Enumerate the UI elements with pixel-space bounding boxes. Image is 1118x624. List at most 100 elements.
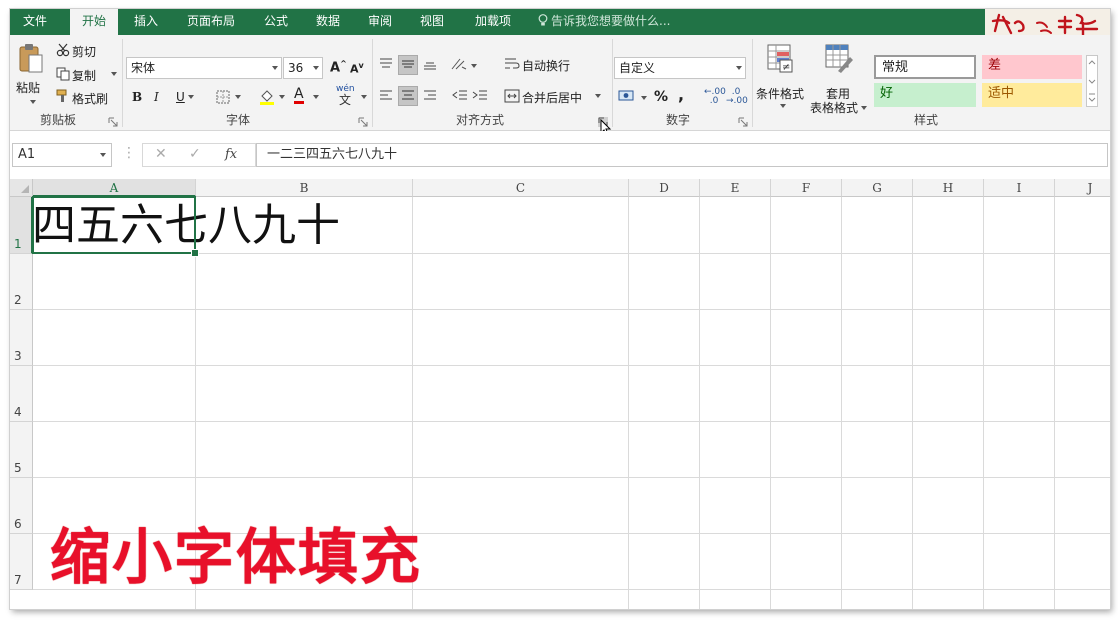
clipboard-launcher-icon[interactable] — [108, 117, 118, 127]
copy-dropdown-arrow[interactable] — [111, 72, 117, 76]
phonetic-guide-button[interactable]: wén 文 — [336, 85, 355, 107]
number-format-dropdown-arrow[interactable] — [736, 66, 742, 70]
accounting-format-icon[interactable] — [618, 89, 636, 103]
excel-window: 文件 开始 插入 页面布局 公式 数据 审阅 视图 加载项 告诉我您想要做什么.… — [10, 9, 1110, 609]
font-color-dropdown-arrow[interactable] — [313, 95, 319, 99]
row-header-5[interactable]: 5 — [10, 422, 33, 478]
style-neutral[interactable]: 适中 — [982, 83, 1082, 107]
conditional-dropdown-arrow[interactable] — [780, 104, 786, 108]
style-normal[interactable]: 常规 — [874, 55, 976, 79]
column-header-b[interactable]: B — [196, 179, 413, 197]
gridline — [841, 197, 842, 609]
cancel-icon[interactable]: ✕ — [155, 146, 167, 162]
align-bottom-icon[interactable] — [422, 57, 438, 71]
conditional-formatting-icon[interactable]: ≠ — [766, 43, 794, 73]
number-format-combo[interactable]: 自定义 — [614, 57, 746, 79]
align-left-icon[interactable] — [378, 89, 394, 103]
select-all-corner[interactable] — [10, 179, 33, 197]
active-cell-selection[interactable] — [32, 196, 199, 257]
insert-function-button[interactable]: fx — [225, 147, 237, 162]
style-bad[interactable]: 差 — [982, 55, 1082, 79]
percent-button[interactable]: % — [654, 89, 668, 105]
tell-me-box[interactable]: 告诉我您想要做什么... — [538, 9, 670, 35]
merge-dropdown-arrow[interactable] — [595, 94, 601, 98]
tab-insert[interactable]: 插入 — [126, 9, 166, 35]
paste-dropdown-arrow[interactable] — [30, 100, 36, 104]
column-header-g[interactable]: G — [842, 179, 913, 197]
cut-button[interactable]: 剪切 — [72, 43, 96, 60]
copy-button[interactable]: 复制 — [72, 67, 96, 84]
align-right-icon[interactable] — [422, 89, 438, 103]
decrease-decimal-button[interactable]: .0 →.00 — [726, 88, 748, 106]
merge-center-button[interactable]: 合并后居中 — [522, 89, 582, 106]
font-size-combo[interactable]: 36 — [283, 57, 323, 79]
underline-button[interactable]: U — [176, 90, 194, 104]
row-header-1[interactable]: 1 — [10, 197, 33, 254]
row-header-3[interactable]: 3 — [10, 310, 33, 366]
orientation-icon[interactable] — [450, 57, 468, 71]
decrease-indent-icon[interactable] — [452, 89, 468, 103]
comma-button[interactable]: , — [678, 85, 684, 104]
align-center-icon[interactable] — [400, 89, 416, 103]
align-top-icon[interactable] — [378, 57, 394, 71]
row-header-4[interactable]: 4 — [10, 366, 33, 422]
fill-color-dropdown-arrow[interactable] — [279, 95, 285, 99]
tab-review[interactable]: 审阅 — [360, 9, 400, 35]
tab-add-ins[interactable]: 加载项 — [466, 9, 520, 35]
bold-button[interactable]: B — [132, 90, 142, 104]
tab-file[interactable]: 文件 — [10, 9, 60, 35]
formula-buttons: ✕ ✓ fx — [142, 143, 256, 167]
font-color-button[interactable]: A — [294, 87, 304, 104]
accounting-dropdown-arrow[interactable] — [641, 96, 647, 100]
phonetic-dropdown-arrow[interactable] — [361, 95, 367, 99]
tab-home[interactable]: 开始 — [70, 9, 118, 36]
font-size-dropdown-arrow[interactable] — [313, 66, 319, 70]
italic-button[interactable]: I — [154, 90, 159, 104]
tab-formulas[interactable]: 公式 — [256, 9, 296, 35]
column-header-e[interactable]: E — [700, 179, 771, 197]
font-name-combo[interactable]: 宋体 — [126, 57, 282, 79]
enter-icon[interactable]: ✓ — [189, 146, 201, 162]
row-header-6[interactable]: 6 — [10, 478, 33, 534]
font-name-dropdown-arrow[interactable] — [272, 66, 278, 70]
tab-view[interactable]: 视图 — [412, 9, 452, 35]
borders-icon[interactable] — [216, 90, 230, 104]
separator — [122, 39, 123, 127]
shrink-font-button[interactable]: Av — [350, 61, 364, 76]
increase-decimal-button[interactable]: ←.00 .0 — [704, 88, 726, 106]
row-header-2[interactable]: 2 — [10, 254, 33, 310]
column-header-h[interactable]: H — [913, 179, 984, 197]
column-header-d[interactable]: D — [629, 179, 700, 197]
format-painter-button[interactable]: 格式刷 — [72, 90, 108, 107]
column-header-j[interactable]: J — [1055, 179, 1110, 197]
font-launcher-icon[interactable] — [358, 117, 368, 127]
styles-gallery-scroll[interactable] — [1086, 55, 1098, 107]
format-as-table-button[interactable]: 表格格式 — [810, 99, 868, 116]
wrap-text-button[interactable]: 自动换行 — [522, 57, 570, 74]
gridline — [33, 309, 1110, 310]
worksheet-grid[interactable]: A B C D E F G H I J 1 2 3 4 5 6 7 四五六七八九… — [10, 179, 1110, 609]
increase-indent-icon[interactable] — [472, 89, 488, 103]
borders-dropdown-arrow[interactable] — [235, 95, 241, 99]
style-good[interactable]: 好 — [874, 83, 976, 107]
column-header-c[interactable]: C — [413, 179, 629, 197]
column-header-f[interactable]: F — [771, 179, 842, 197]
row-header-7[interactable]: 7 — [10, 534, 33, 590]
tab-data[interactable]: 数据 — [308, 9, 348, 35]
format-painter-icon — [56, 89, 67, 102]
tab-page-layout[interactable]: 页面布局 — [178, 9, 244, 35]
number-format-value: 自定义 — [619, 61, 656, 75]
formula-input[interactable]: 一二三四五六七八九十 — [256, 143, 1108, 167]
fill-color-icon[interactable] — [258, 88, 276, 106]
name-box[interactable]: A1 — [12, 143, 112, 167]
paste-icon[interactable] — [18, 43, 44, 75]
number-launcher-icon[interactable] — [738, 117, 748, 127]
paste-button[interactable]: 粘贴 — [16, 79, 40, 96]
format-as-table-icon[interactable] — [824, 43, 854, 73]
orientation-dropdown-arrow[interactable] — [471, 64, 477, 68]
column-header-a[interactable]: A — [33, 179, 196, 197]
name-box-dropdown-arrow[interactable] — [100, 153, 106, 157]
grow-font-button[interactable]: A^ — [330, 59, 347, 75]
align-middle-icon[interactable] — [400, 57, 416, 71]
column-header-i[interactable]: I — [984, 179, 1055, 197]
